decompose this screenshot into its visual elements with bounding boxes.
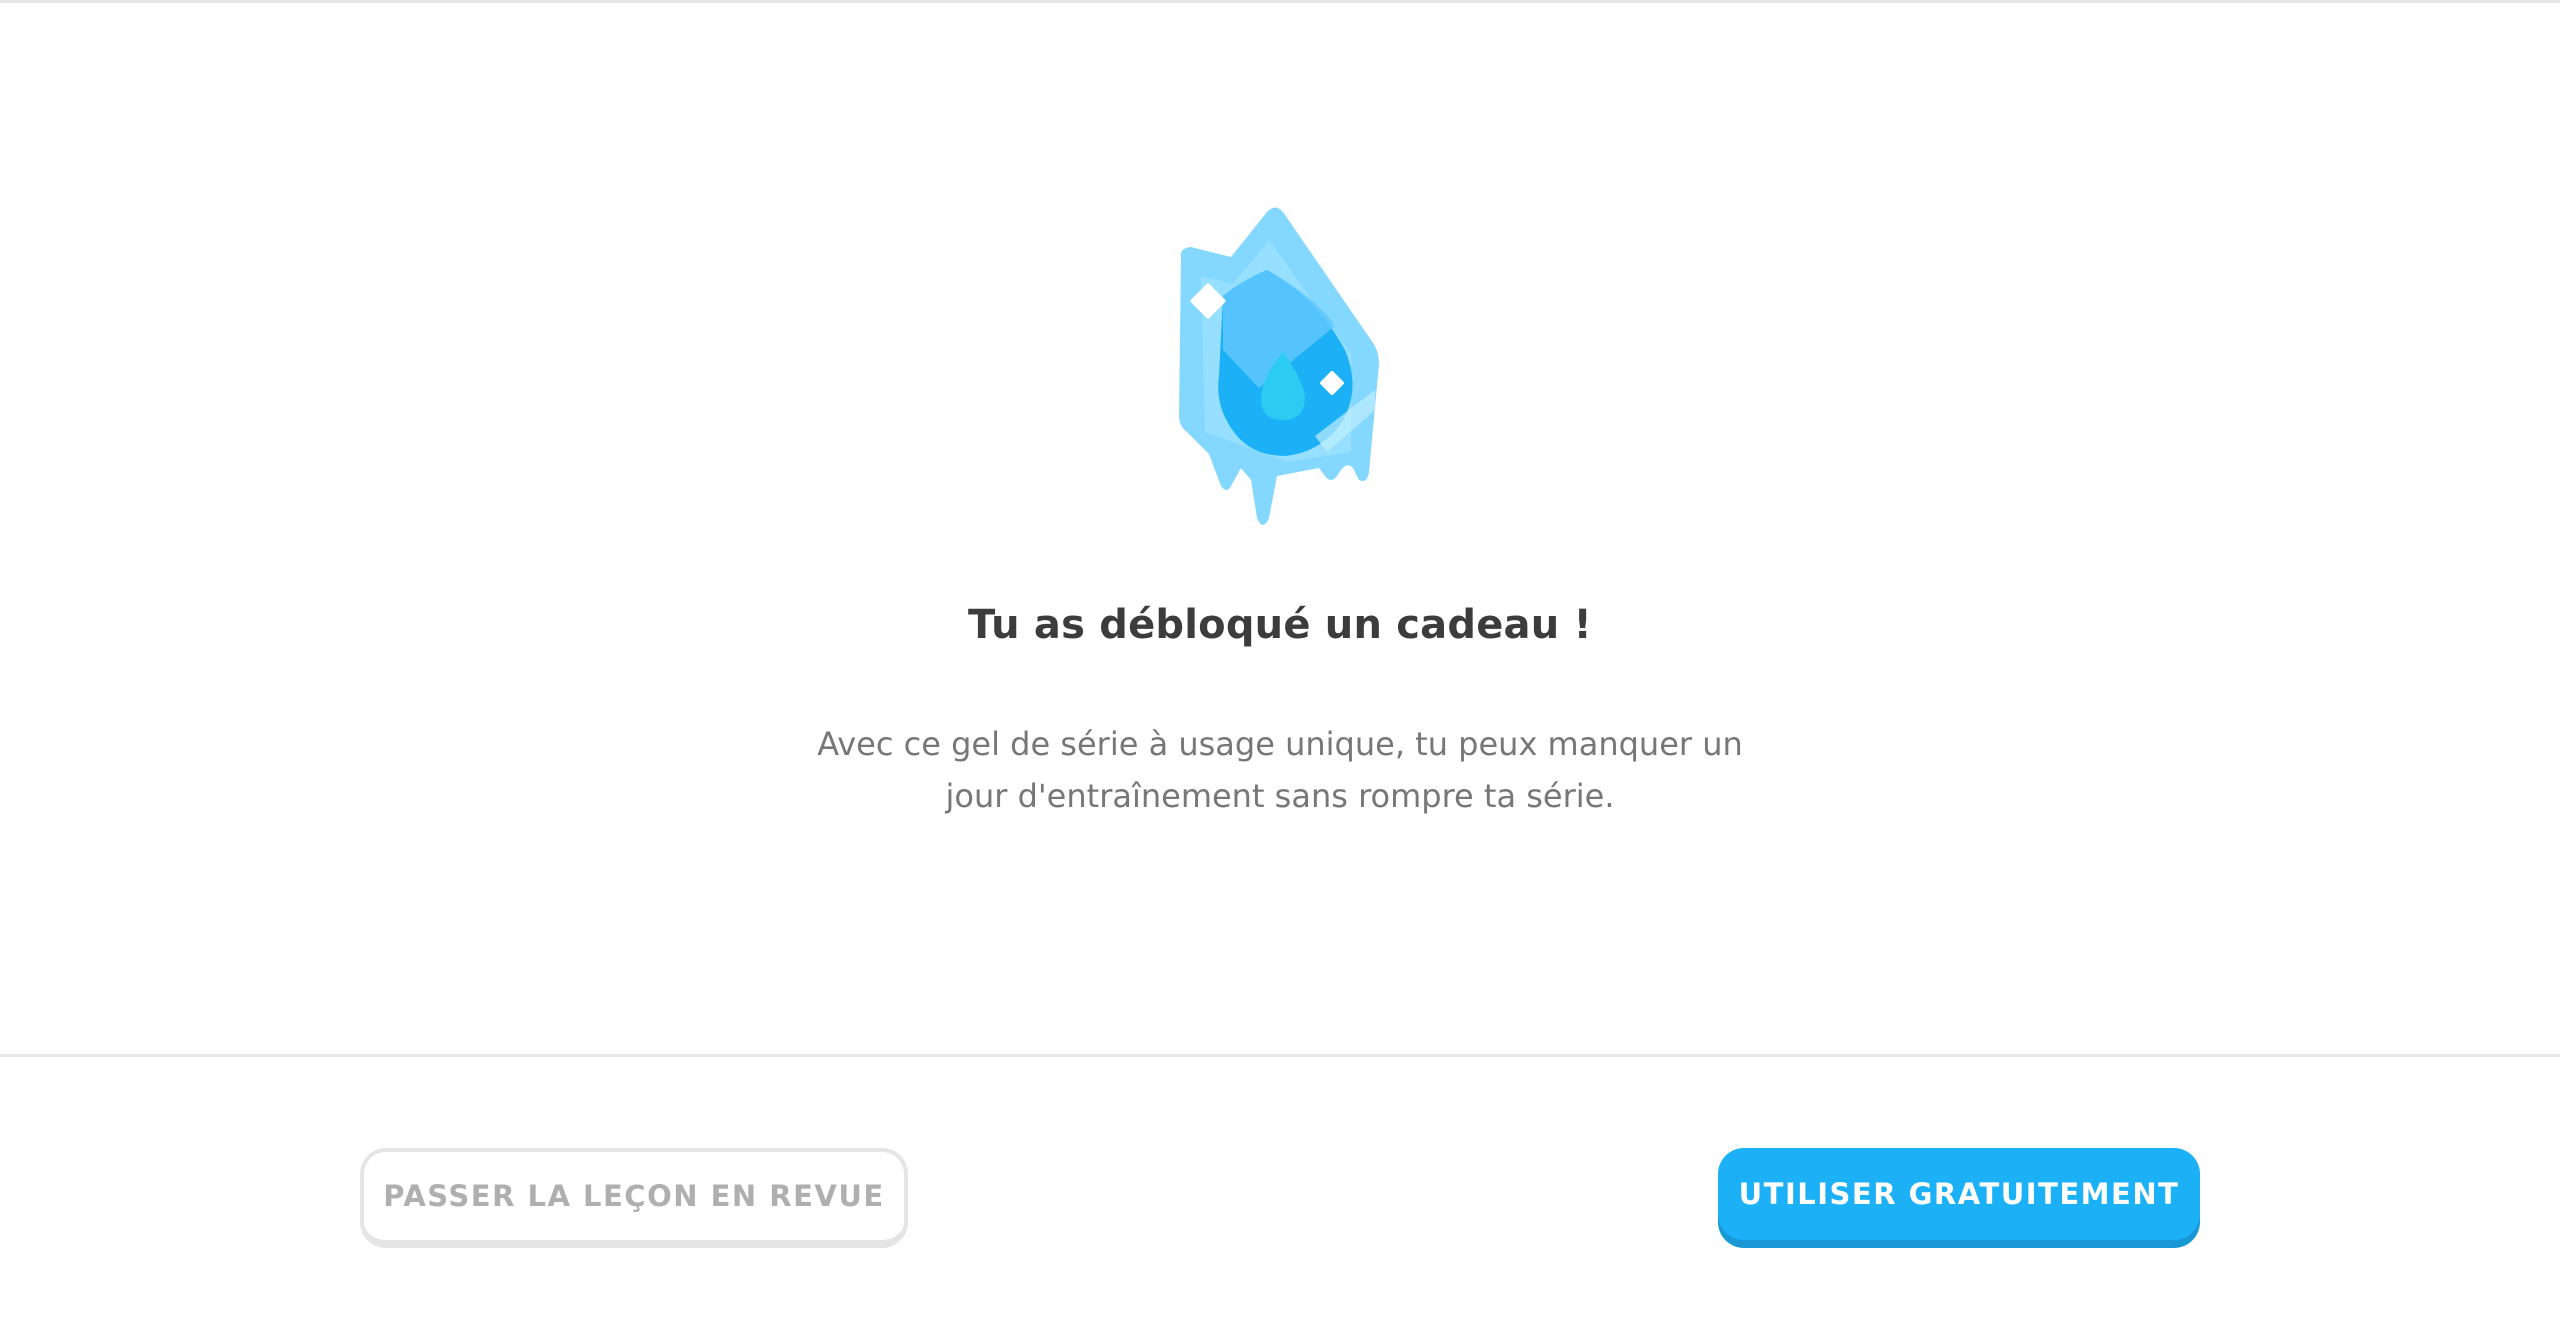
gift-description: Avec ce gel de série à usage unique, tu …	[817, 725, 1743, 815]
gift-title: Tu as débloqué un cadeau !	[968, 602, 1592, 648]
review-lesson-button[interactable]: PASSER LA LEÇON EN REVUE	[360, 1148, 908, 1248]
action-footer: PASSER LA LEÇON EN REVUE UTILISER GRATUI…	[0, 1057, 2560, 1334]
use-free-button[interactable]: UTILISER GRATUITEMENT	[1718, 1148, 2200, 1240]
streak-freeze-ice-icon	[1179, 207, 1379, 525]
gift-unlocked-screen: Tu as débloqué un cadeau ! Avec ce gel d…	[0, 0, 2560, 1334]
gift-content: Tu as débloqué un cadeau ! Avec ce gel d…	[0, 0, 2560, 1054]
